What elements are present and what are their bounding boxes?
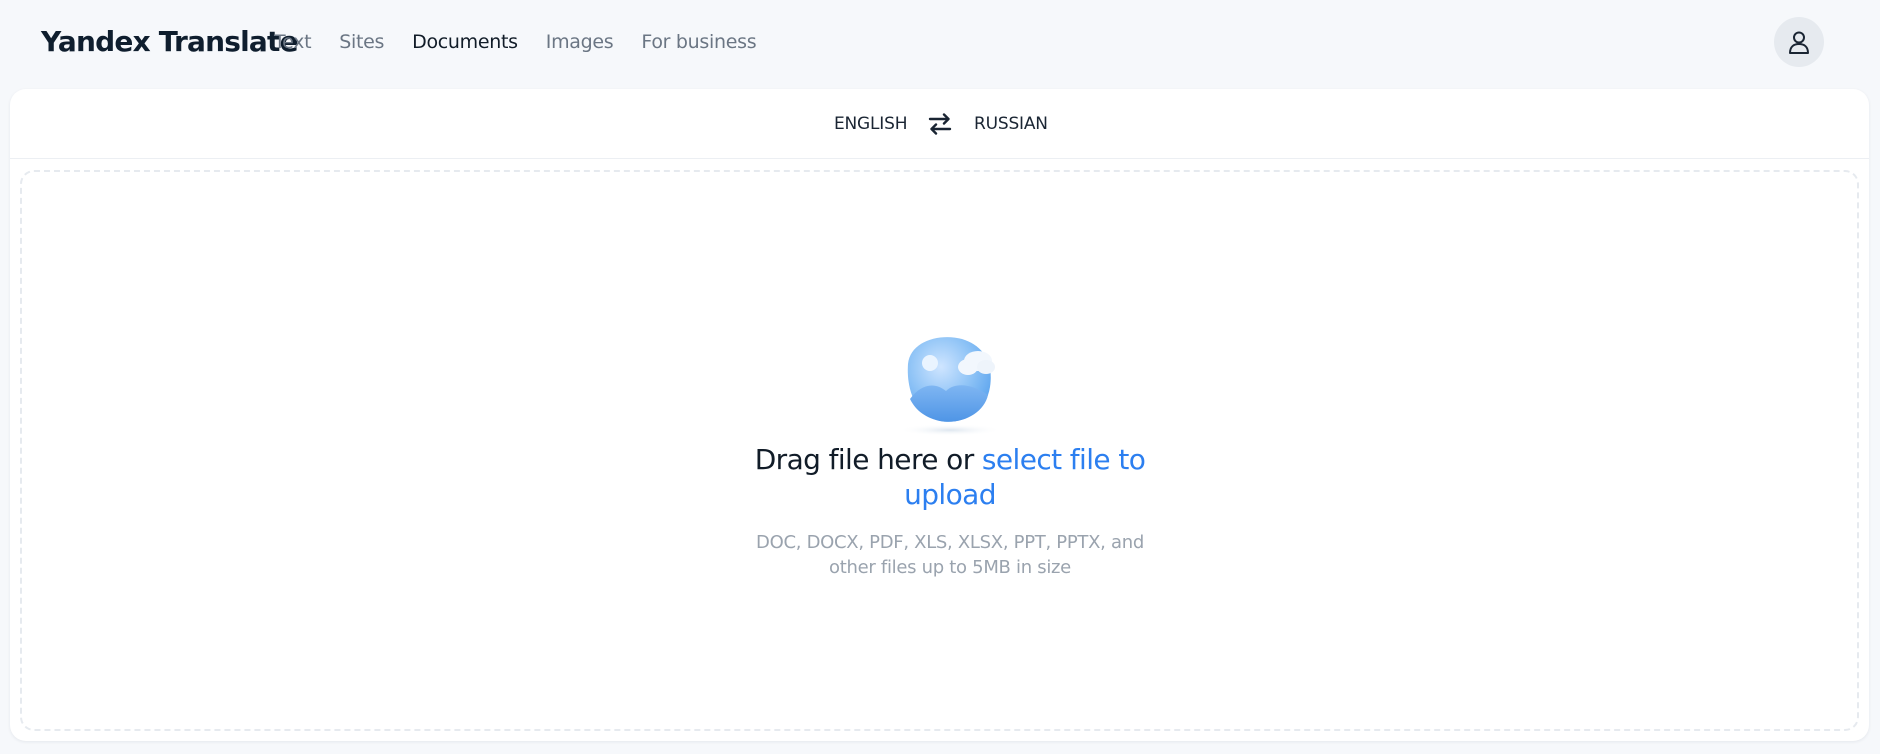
target-language-button[interactable]: RUSSIAN bbox=[974, 112, 1048, 136]
nav-item-sites[interactable]: Sites bbox=[339, 28, 384, 56]
nav-item-documents[interactable]: Documents bbox=[412, 28, 518, 56]
main-nav: Text Sites Documents Images For business bbox=[274, 28, 784, 56]
nav-item-text[interactable]: Text bbox=[274, 28, 312, 56]
user-icon bbox=[1789, 31, 1809, 54]
image-upload-icon bbox=[890, 329, 1010, 439]
swap-arrows-icon bbox=[928, 113, 952, 135]
document-translate-card: ENGLISH RUSSIAN Drag file here or select… bbox=[10, 89, 1869, 741]
swap-languages-button[interactable] bbox=[926, 111, 954, 137]
dropzone-title: Drag file here or select file to upload bbox=[710, 442, 1190, 512]
language-bar: ENGLISH RUSSIAN bbox=[10, 89, 1869, 159]
dropzone-title-prefix: Drag file here or bbox=[754, 443, 982, 476]
top-header: Yandex Translate Text Sites Documents Im… bbox=[0, 0, 1880, 86]
user-avatar-button[interactable] bbox=[1774, 17, 1824, 67]
source-language-button[interactable]: ENGLISH bbox=[834, 112, 907, 136]
supported-formats-hint: DOC, DOCX, PDF, XLS, XLSX, PPT, PPTX, an… bbox=[756, 532, 1144, 578]
app-logo[interactable]: Yandex Translate bbox=[41, 22, 299, 62]
nav-item-for-business[interactable]: For business bbox=[641, 28, 756, 56]
nav-item-images[interactable]: Images bbox=[546, 28, 614, 56]
